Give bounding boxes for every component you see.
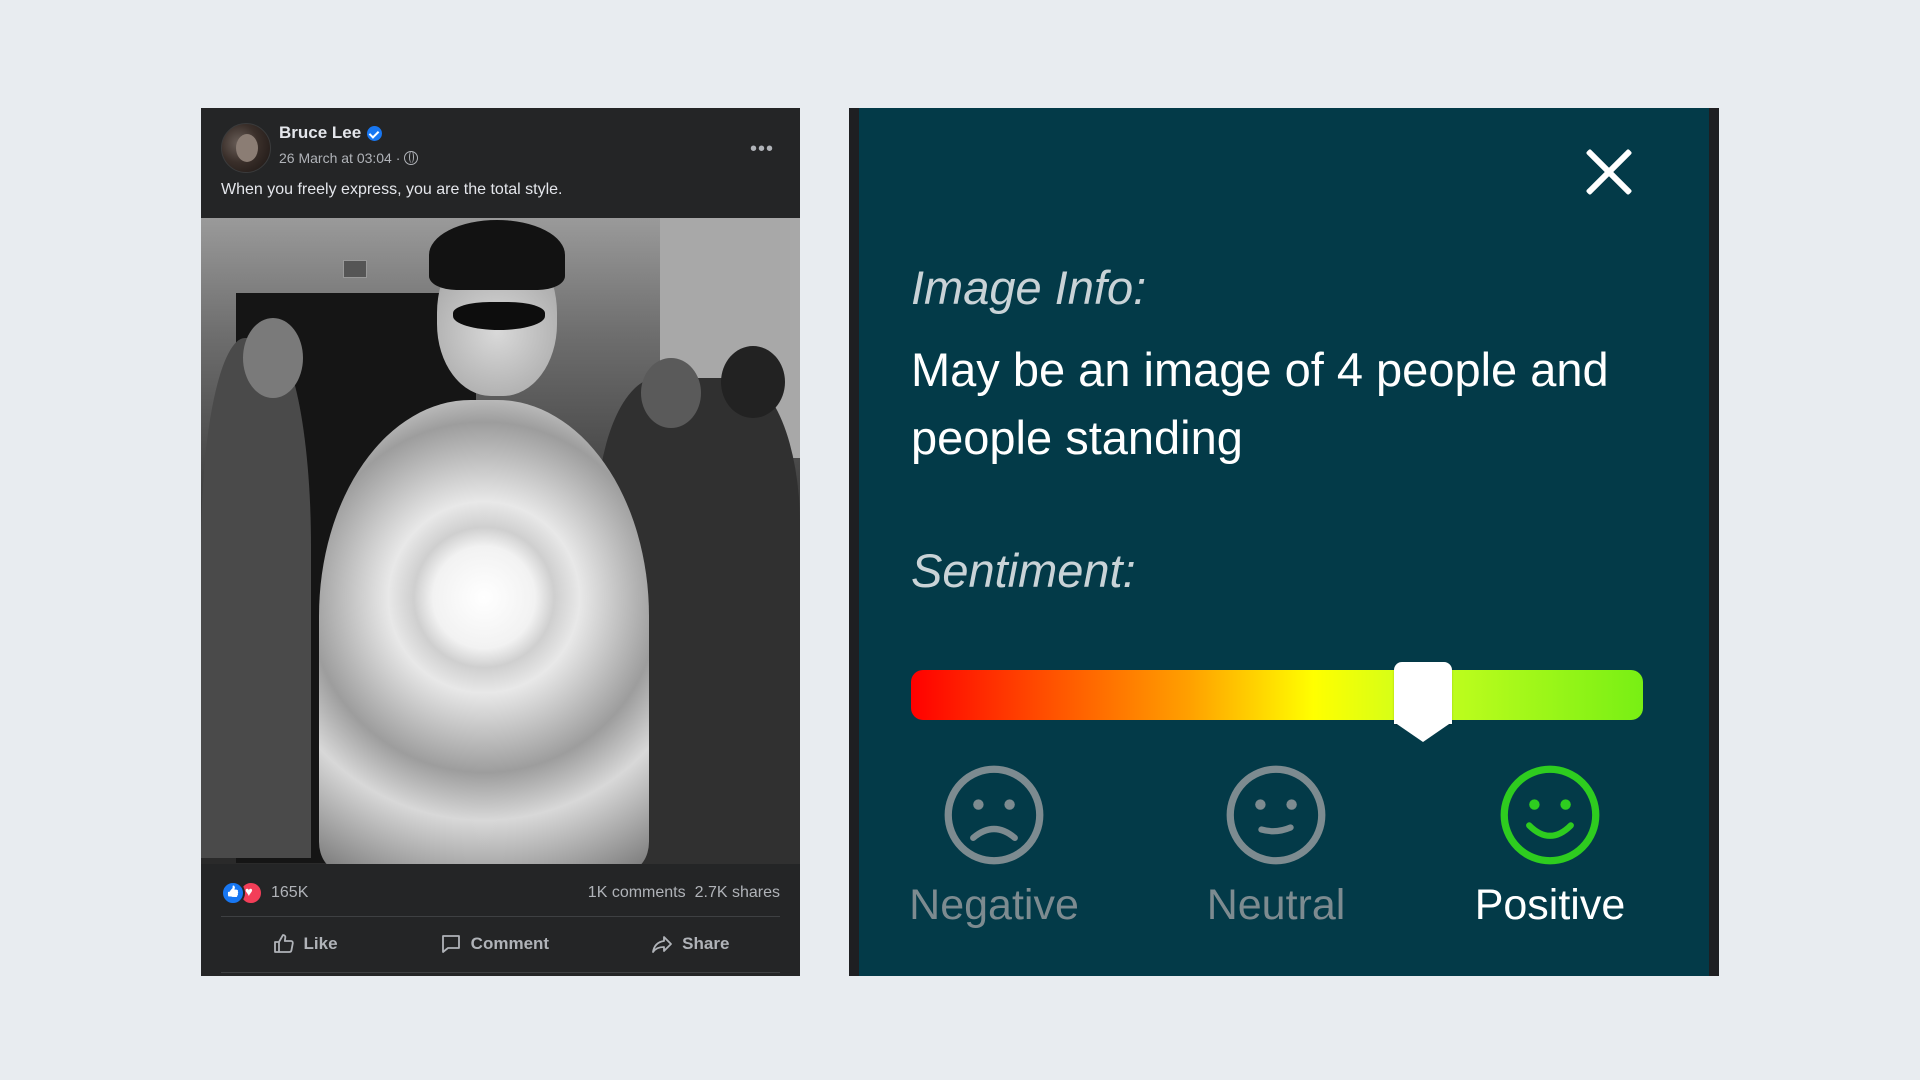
facebook-post: Bruce Lee 26 March at 03:04 · ••• When y… — [201, 108, 800, 976]
divider — [221, 972, 780, 973]
divider — [221, 916, 780, 917]
sad-face-icon — [944, 765, 1044, 865]
author-name-row[interactable]: Bruce Lee — [279, 123, 383, 143]
reaction-count[interactable]: 165K — [271, 884, 308, 902]
like-button[interactable]: Like — [256, 924, 354, 964]
sentiment-option-label: Positive — [1474, 881, 1626, 929]
action-bar: Like Comment Share — [221, 920, 780, 968]
share-button[interactable]: Share — [634, 924, 745, 964]
post-photo[interactable] — [201, 218, 800, 864]
more-options-icon[interactable]: ••• — [750, 138, 774, 161]
shares-count[interactable]: 2.7K shares — [695, 884, 780, 902]
sentiment-option-label: Negative — [909, 881, 1079, 929]
sentiment-option-label: Neutral — [1206, 881, 1346, 929]
sentiment-option-positive[interactable]: Positive — [1435, 763, 1665, 930]
post-timestamp[interactable]: 26 March at 03:04 · — [279, 150, 400, 166]
comment-button[interactable]: Comment — [423, 924, 565, 964]
exit-sign — [343, 260, 367, 278]
thumbs-up-icon — [273, 934, 294, 953]
verified-badge-icon — [367, 125, 383, 141]
smiley-face-icon — [1500, 765, 1600, 865]
author-name[interactable]: Bruce Lee — [279, 123, 361, 143]
sentiment-option-neutral[interactable]: Neutral — [1161, 763, 1391, 930]
globe-icon — [404, 151, 419, 165]
like-label: Like — [303, 934, 338, 953]
sentiment-slider-track[interactable] — [911, 662, 1643, 742]
share-arrow-icon — [652, 936, 673, 953]
reactions-summary[interactable]: 165K — [221, 881, 308, 905]
sentiment-slider-handle[interactable] — [1394, 662, 1453, 742]
post-caption: When you freely express, you are the tot… — [221, 181, 563, 198]
image-info-text: May be an image of 4 people and people s… — [911, 343, 1609, 464]
reactions-bar: 165K 1K comments 2.7K shares — [221, 878, 780, 908]
sentiment-panel: Image Info: May be an image of 4 people … — [849, 108, 1719, 976]
neutral-face-icon — [1226, 765, 1326, 865]
close-icon[interactable] — [1581, 144, 1637, 200]
comment-label: Comment — [470, 934, 550, 953]
sentiment-option-negative[interactable]: Negative — [879, 763, 1109, 930]
post-header: Bruce Lee 26 March at 03:04 · ••• When y… — [201, 108, 800, 218]
comment-icon — [441, 935, 460, 953]
author-avatar[interactable] — [221, 123, 271, 173]
comments-count[interactable]: 1K comments — [588, 884, 686, 902]
image-info-label: Image Info: — [911, 261, 1147, 314]
like-reaction-icon — [221, 881, 245, 905]
post-meta: 26 March at 03:04 · — [279, 150, 419, 166]
share-label: Share — [682, 934, 730, 953]
sentiment-label: Sentiment: — [911, 544, 1136, 597]
